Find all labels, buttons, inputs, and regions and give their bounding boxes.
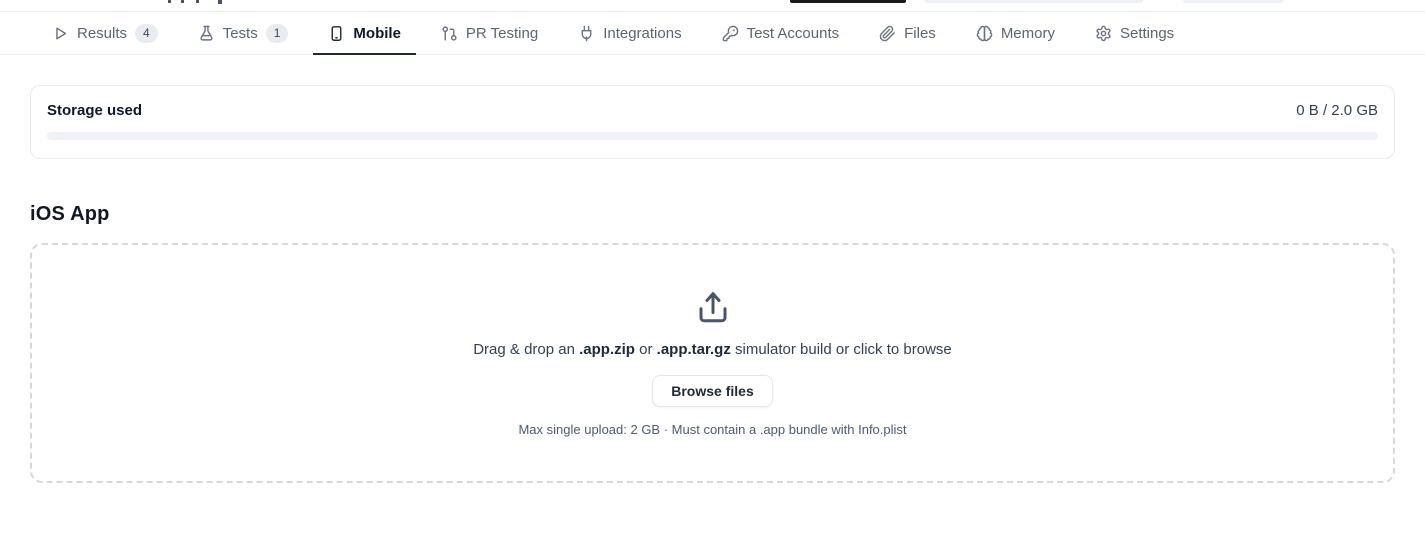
tab-label: PR Testing: [465, 24, 539, 42]
tab-memory[interactable]: Memory: [961, 12, 1070, 54]
tests-count-badge: 1: [265, 23, 289, 43]
paperclip-icon: [879, 25, 896, 42]
tab-tests[interactable]: Tests 1: [183, 12, 304, 54]
git-pull-request-icon: [441, 25, 458, 42]
key-icon: [722, 25, 739, 42]
tab-label: Mobile: [353, 24, 401, 42]
storage-usage-value: 0 B / 2.0 GB: [1296, 102, 1378, 119]
tab-pr-testing[interactable]: PR Testing: [426, 12, 553, 54]
upload-requirements-hint: Max single upload: 2 GB · Must contain a…: [518, 421, 907, 437]
brain-icon: [976, 25, 993, 42]
storage-label: Storage used: [47, 102, 143, 119]
tab-label: Results: [77, 24, 128, 42]
tab-settings[interactable]: Settings: [1080, 12, 1189, 54]
clipped-text-fragment: [218, 0, 222, 4]
tab-label: Test Accounts: [746, 24, 840, 42]
clipped-light-button-fragment: [1183, 0, 1283, 3]
storage-progress-bar: [47, 132, 1378, 140]
clipped-text-fragment: [168, 0, 171, 3]
instruction-suffix: simulator build or click to browse: [730, 340, 952, 358]
instruction-middle: or: [634, 340, 657, 358]
format-app-zip: .app.zip: [579, 340, 635, 358]
clipped-text-fragment: [181, 0, 184, 3]
flask-icon: [198, 25, 215, 42]
clipped-top-row: [0, 0, 1425, 11]
ios-app-heading: iOS App: [30, 203, 110, 225]
tab-integrations[interactable]: Integrations: [563, 12, 696, 54]
upload-icon: [695, 290, 731, 331]
tab-label: Memory: [1000, 24, 1055, 42]
clipped-light-button-fragment: [925, 0, 1143, 3]
instruction-prefix: Drag & drop an: [473, 340, 580, 358]
tab-bar: Results 4 Tests 1 Mobile PR Testing Inte…: [0, 11, 1425, 55]
clipped-text-fragment: [196, 0, 199, 3]
tab-mobile[interactable]: Mobile: [313, 12, 416, 55]
format-app-tar-gz: .app.tar.gz: [656, 340, 731, 358]
tab-label: Integrations: [603, 24, 682, 42]
browse-files-button[interactable]: Browse files: [652, 374, 773, 407]
tab-results[interactable]: Results 4: [37, 12, 173, 54]
tab-label: Settings: [1119, 24, 1175, 42]
storage-card: Storage used 0 B / 2.0 GB: [30, 85, 1395, 159]
plug-icon: [578, 25, 595, 42]
smartphone-icon: [328, 25, 345, 42]
clipped-dark-button-fragment: [790, 0, 906, 3]
tab-test-accounts[interactable]: Test Accounts: [707, 12, 855, 54]
tab-label: Files: [904, 24, 936, 42]
results-count-badge: 4: [135, 23, 158, 43]
ios-app-dropzone[interactable]: Drag & drop an .app.zip or .app.tar.gz s…: [30, 243, 1395, 483]
play-icon: [52, 25, 69, 42]
tab-label: Tests: [222, 24, 258, 42]
dropzone-instruction: Drag & drop an .app.zip or .app.tar.gz s…: [473, 341, 952, 358]
gear-icon: [1095, 25, 1112, 42]
tab-files[interactable]: Files: [864, 12, 951, 54]
